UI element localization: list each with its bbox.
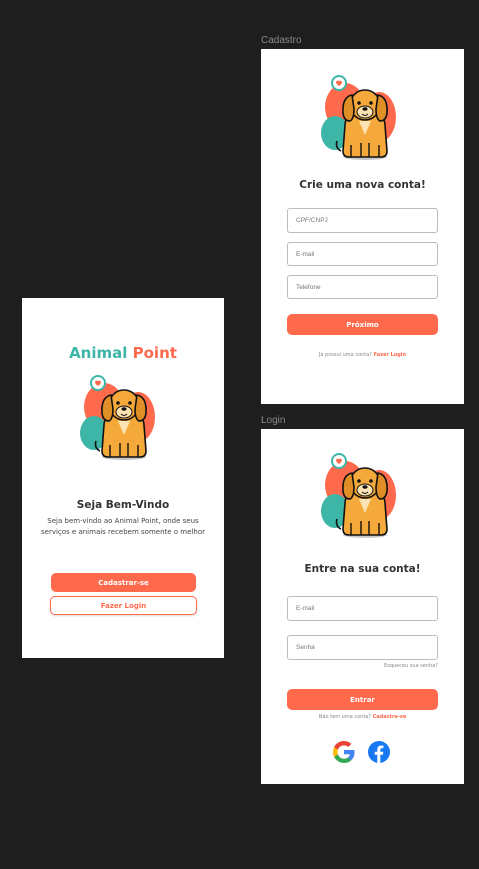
dog-mascot-icon — [320, 75, 397, 161]
dog-mascot-icon — [79, 375, 156, 461]
have-account-text: Já possui uma conta? — [318, 352, 372, 358]
login-title: Entre na sua conta! — [304, 563, 421, 575]
brand-word-point: Point — [132, 344, 177, 362]
frame-label-login: Login — [261, 415, 286, 426]
login-screen: Entre na sua conta! E-mail Senha Esquece… — [261, 429, 464, 784]
signup-button[interactable]: Cadastrar-se — [51, 573, 196, 592]
cpf-input[interactable]: CPF/CNPJ — [287, 208, 438, 233]
email-input[interactable]: E-mail — [287, 242, 438, 266]
have-account-row: Já possui uma conta? Fazer Login — [261, 352, 464, 358]
signup-link[interactable]: Cadastre-se — [373, 714, 407, 720]
frame-label-cadastro: Cadastro — [261, 35, 302, 46]
enter-button[interactable]: Entrar — [287, 689, 438, 710]
login-email-input[interactable]: E-mail — [287, 596, 438, 621]
welcome-description-line-2: serviços e animais recebem somente o mel… — [41, 528, 205, 536]
facebook-icon[interactable] — [368, 741, 390, 763]
brand-word-animal: Animal — [69, 344, 128, 362]
no-account-text: Não tem uma conta? — [318, 714, 372, 720]
welcome-title: Seja Bem-Vindo — [76, 499, 170, 511]
no-account-row: Não tem uma conta? Cadastre-se — [261, 714, 464, 720]
phone-input[interactable]: Telefone — [287, 275, 438, 299]
cadastro-screen: Crie uma nova conta! CPF/CNPJ E-mail Tel… — [261, 49, 464, 404]
next-button[interactable]: Próximo — [287, 314, 438, 335]
welcome-screen: Animal Point Seja Bem-Vindo Seja bem-vin… — [22, 298, 224, 658]
google-icon[interactable] — [333, 741, 355, 763]
login-link[interactable]: Fazer Login — [374, 352, 406, 358]
forgot-password-link[interactable]: Esqueceu sua senha? — [384, 663, 438, 669]
welcome-description: Seja bem-vindo ao Animal Point, onde seu… — [22, 516, 224, 538]
login-button[interactable]: Fazer Login — [50, 596, 197, 615]
welcome-description-line-1: Seja bem-vindo ao Animal Point, onde seu… — [47, 517, 199, 525]
brand-logo-text: Animal Point — [22, 344, 224, 362]
dog-mascot-icon — [320, 453, 397, 539]
cadastro-title: Crie uma nova conta! — [299, 179, 426, 191]
password-input[interactable]: Senha — [287, 635, 438, 660]
